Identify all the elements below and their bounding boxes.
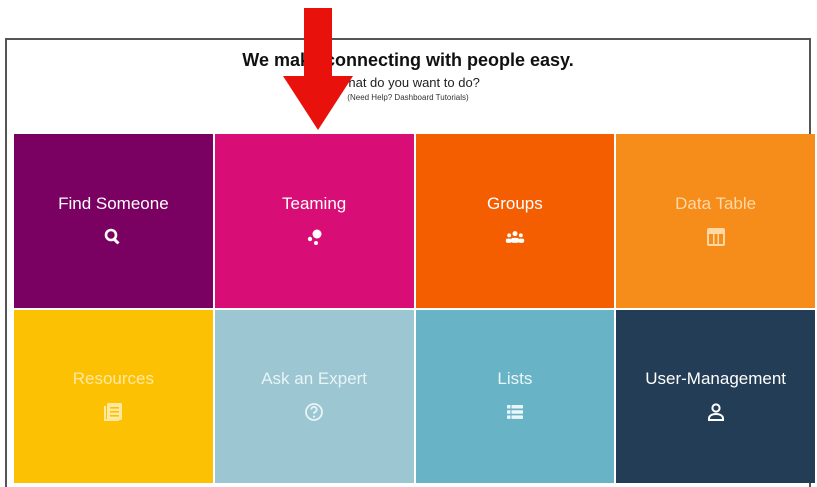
tile-groups[interactable]: Groups	[415, 134, 615, 308]
search-icon	[102, 226, 124, 248]
page-title: We make connecting with people easy.	[242, 50, 574, 70]
help-link[interactable]: (Need Help? Dashboard Tutorials)	[7, 93, 809, 102]
tile-resources[interactable]: Resources	[14, 309, 213, 483]
tile-label: Data Table	[675, 193, 757, 213]
tile-find-someone[interactable]: Find Someone	[14, 134, 213, 308]
action-tile-grid: Find Someone Teaming Groups Data Table R	[14, 134, 815, 483]
tile-teaming[interactable]: Teaming	[214, 134, 414, 308]
tile-label: Lists	[497, 369, 533, 389]
page-subtitle: What do you want to do?	[336, 75, 480, 90]
group-icon	[504, 226, 526, 248]
dashboard-header: We make connecting with people easy. Wha…	[7, 40, 809, 132]
document-icon	[102, 401, 124, 423]
table-icon	[705, 226, 727, 248]
dashboard-panel: We make connecting with people easy. Wha…	[5, 38, 815, 487]
tile-user-management[interactable]: User-Management	[616, 309, 815, 483]
red-arrow-annotation-icon	[283, 8, 353, 130]
tile-label: Teaming	[281, 193, 347, 213]
tile-data-table[interactable]: Data Table	[616, 134, 815, 308]
tile-label: Resources	[72, 369, 154, 389]
list-icon	[504, 401, 526, 423]
user-icon	[705, 401, 727, 423]
teaming-icon	[303, 226, 325, 248]
tile-ask-an-expert[interactable]: Ask an Expert	[214, 309, 414, 483]
question-icon	[303, 401, 325, 423]
tile-lists[interactable]: Lists	[415, 309, 615, 483]
tile-label: Find Someone	[58, 193, 169, 213]
tile-label: User-Management	[645, 369, 787, 389]
tile-label: Ask an Expert	[261, 369, 368, 389]
tile-label: Groups	[487, 193, 543, 213]
